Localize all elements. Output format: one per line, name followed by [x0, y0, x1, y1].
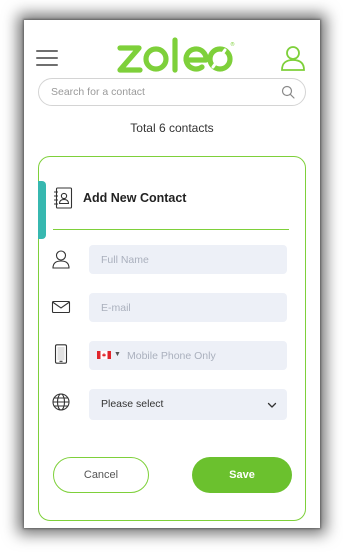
save-button[interactable]: Save: [192, 457, 292, 493]
search-input[interactable]: [51, 83, 271, 101]
mobile-phone-icon: [54, 344, 68, 364]
email-field[interactable]: [89, 293, 287, 322]
card-accent-bar: [38, 181, 46, 239]
envelope-icon: [51, 300, 71, 314]
contact-search-box: [38, 78, 306, 106]
country-dropdown-caret-icon[interactable]: ▼: [114, 351, 121, 358]
address-book-icon: [54, 187, 73, 209]
cancel-button[interactable]: Cancel: [53, 457, 149, 493]
person-icon: [52, 250, 70, 269]
mobile-phone-input[interactable]: [127, 347, 277, 364]
mobile-phone-field: ▼: [89, 341, 287, 370]
card-title: Add New Contact: [83, 191, 187, 205]
full-name-field[interactable]: [89, 245, 287, 274]
svg-text:®: ®: [230, 41, 235, 48]
globe-icon: [52, 393, 70, 411]
search-icon[interactable]: [281, 85, 295, 99]
country-select-value: Please select: [101, 398, 164, 410]
country-select[interactable]: Please select: [89, 389, 287, 420]
canada-flag-icon[interactable]: [97, 351, 111, 359]
zoleo-logo: ®: [117, 37, 235, 73]
app-screen: ® Total 6 contacts Add New Contact: [24, 20, 320, 528]
total-contacts-text: Total 6 contacts: [130, 121, 214, 135]
card-divider: [53, 229, 289, 230]
hamburger-icon[interactable]: [36, 50, 58, 66]
add-contact-card: Add New Contact Full Name E-mail ▼ Mobil…: [38, 156, 306, 521]
chevron-down-icon: [267, 402, 277, 408]
user-icon[interactable]: [278, 43, 308, 73]
